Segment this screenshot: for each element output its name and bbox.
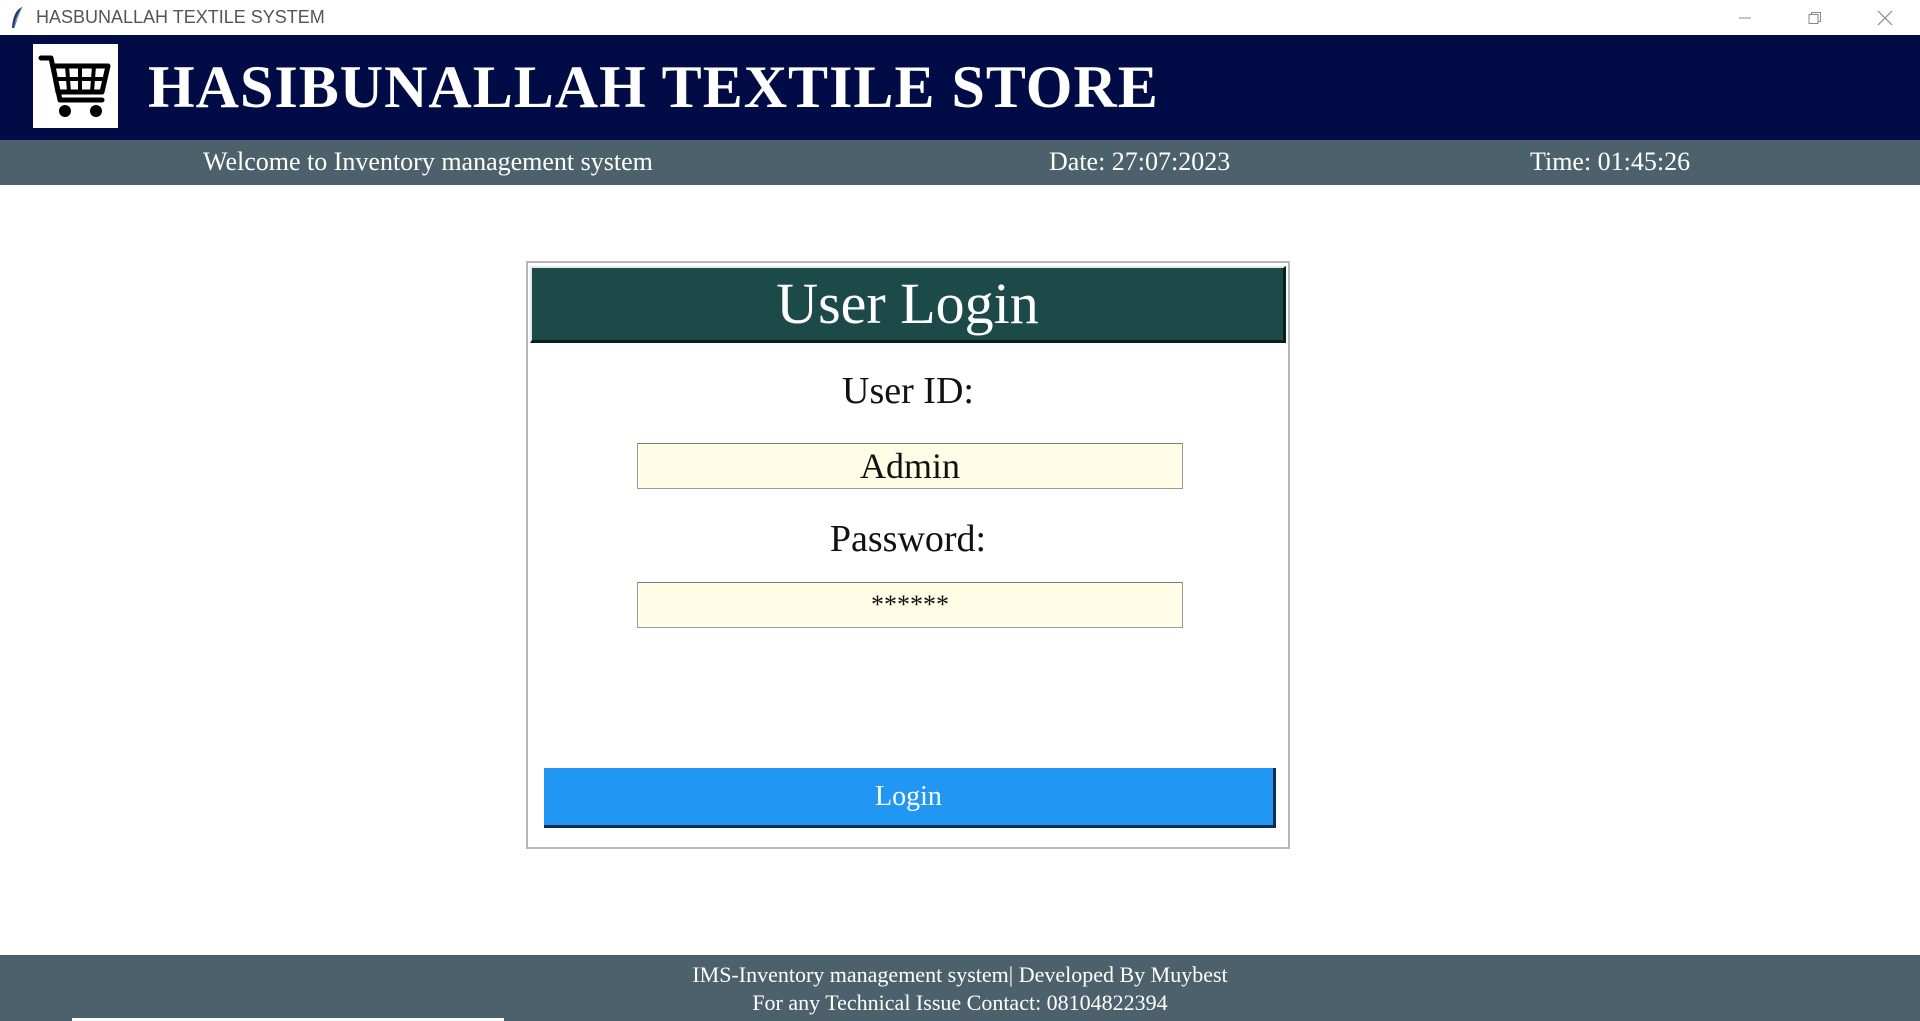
password-input[interactable] bbox=[637, 582, 1183, 628]
minimize-icon bbox=[1739, 17, 1751, 18]
store-header: HASIBUNALLAH TEXTILE STORE bbox=[0, 35, 1920, 140]
time-display: Time: 01:45:26 bbox=[1530, 147, 1691, 176]
login-heading-bar: User Login bbox=[530, 266, 1286, 343]
footer-credits: IMS-Inventory management system| Develop… bbox=[692, 962, 1228, 987]
window-controls bbox=[1710, 0, 1920, 35]
footer-contact: For any Technical Issue Contact: 0810482… bbox=[752, 990, 1168, 1015]
store-title: HASIBUNALLAH TEXTILE STORE bbox=[148, 54, 1159, 120]
user-id-input[interactable] bbox=[637, 443, 1183, 489]
login-panel: User Login User ID: Password: Login bbox=[526, 261, 1290, 849]
window-title: HASBUNALLAH TEXTILE SYSTEM bbox=[36, 7, 325, 27]
footer: IMS-Inventory management system| Develop… bbox=[0, 955, 1920, 1021]
close-icon bbox=[1877, 10, 1893, 25]
user-id-label: User ID: bbox=[842, 370, 974, 412]
logo bbox=[33, 44, 118, 128]
password-label: Password: bbox=[829, 518, 987, 560]
shopping-cart-icon bbox=[38, 55, 110, 117]
login-heading: User Login bbox=[776, 271, 1039, 336]
feather-icon bbox=[6, 6, 28, 30]
minimize-button[interactable] bbox=[1710, 0, 1780, 35]
date-display: Date: 27:07:2023 bbox=[1049, 147, 1231, 176]
window-titlebar[interactable]: HASBUNALLAH TEXTILE SYSTEM bbox=[0, 0, 1920, 35]
restore-icon bbox=[1808, 11, 1821, 24]
welcome-message: Welcome to Inventory management system bbox=[203, 147, 653, 176]
app-window: HASBUNALLAH TEXTILE SYSTEM HASIBUNALLAH … bbox=[0, 0, 1920, 1021]
info-bar: Welcome to Inventory management system D… bbox=[0, 140, 1920, 185]
close-button[interactable] bbox=[1850, 0, 1920, 35]
login-button[interactable]: Login bbox=[544, 768, 1276, 828]
restore-button[interactable] bbox=[1780, 0, 1850, 35]
